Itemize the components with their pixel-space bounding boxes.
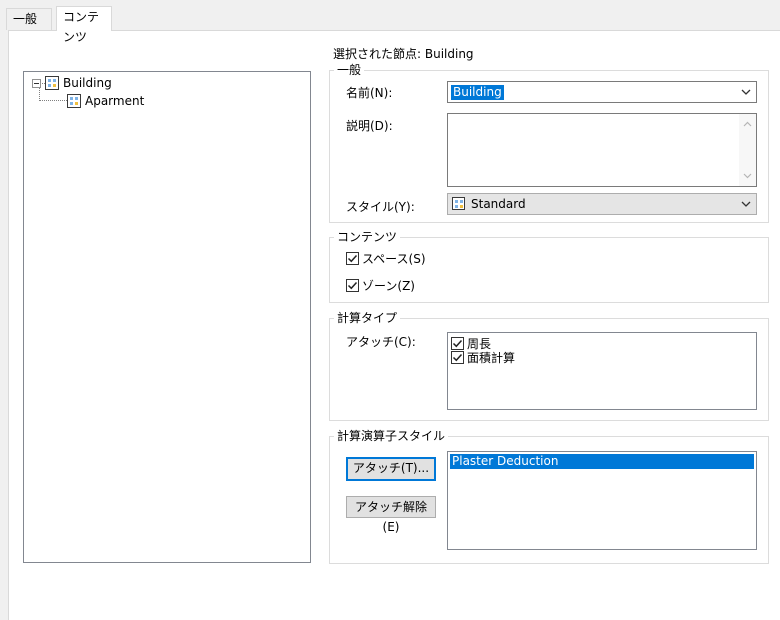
tree-view[interactable]: Building Aparment	[23, 71, 311, 563]
contents-group-title: コンテンツ	[334, 230, 401, 244]
area-label: 面積計算	[467, 350, 516, 365]
name-value[interactable]: Building	[451, 85, 504, 100]
tree-connector-line	[39, 100, 67, 101]
scroll-up-icon[interactable]	[743, 120, 752, 129]
check-icon	[347, 254, 358, 262]
selected-node-label: 選択された節点: Building	[333, 47, 474, 61]
tree-node-label: Building	[63, 76, 112, 90]
description-field[interactable]	[447, 113, 757, 187]
zones-checkbox-row[interactable]: ゾーン(Z)	[346, 277, 415, 293]
zones-checkbox[interactable]	[346, 278, 359, 292]
tree-node-aparment[interactable]: Aparment	[67, 92, 144, 110]
chevron-down-icon[interactable]	[740, 86, 752, 98]
description-scrollbar[interactable]	[739, 114, 756, 186]
description-label: 説明(D):	[346, 119, 393, 133]
calc-modifier-group-title: 計算演算子スタイル	[334, 429, 449, 443]
name-combo[interactable]: Building	[447, 81, 757, 103]
style-icon	[452, 197, 465, 210]
general-group-title: 一般	[334, 63, 365, 77]
apartment-icon	[67, 94, 81, 108]
modifier-item-plaster-deduction[interactable]: Plaster Deduction	[450, 454, 754, 469]
style-label: スタイル(Y):	[346, 200, 415, 214]
tree-node-label: Aparment	[85, 94, 145, 108]
spaces-checkbox-row[interactable]: スペース(S)	[346, 250, 426, 266]
spaces-label: スペース(S)	[362, 251, 426, 266]
tab-contents[interactable]: コンテンツ	[56, 6, 112, 44]
scroll-down-icon[interactable]	[743, 171, 752, 180]
spaces-checkbox[interactable]	[346, 251, 359, 265]
style-combo[interactable]: Standard	[447, 193, 757, 215]
tab-general[interactable]: 一般	[6, 8, 52, 30]
check-icon	[347, 281, 358, 289]
collapse-icon[interactable]	[32, 78, 41, 88]
calc-type-group-title: 計算タイプ	[334, 311, 401, 325]
style-value: Standard	[471, 197, 526, 211]
zones-label: ゾーン(Z)	[362, 278, 415, 293]
attach-button[interactable]: アタッチ(T)...	[346, 457, 436, 481]
area-checkbox[interactable]	[451, 350, 464, 364]
detach-button[interactable]: アタッチ解除(E)	[346, 496, 436, 534]
check-icon	[452, 339, 463, 347]
check-icon	[452, 353, 463, 361]
name-label: 名前(N):	[346, 86, 393, 100]
tab-bar: 一般 コンテンツ	[0, 0, 780, 44]
tree-node-building[interactable]: Building	[32, 74, 112, 92]
calc-type-list[interactable]: 周長 面積計算	[447, 332, 757, 410]
calc-attach-label: アタッチ(C):	[346, 335, 416, 349]
modifier-list[interactable]: Plaster Deduction	[447, 451, 757, 550]
building-icon	[45, 76, 59, 90]
perimeter-checkbox[interactable]	[451, 336, 464, 350]
chevron-down-icon[interactable]	[740, 198, 752, 210]
calc-item-area[interactable]: 面積計算	[451, 349, 515, 365]
